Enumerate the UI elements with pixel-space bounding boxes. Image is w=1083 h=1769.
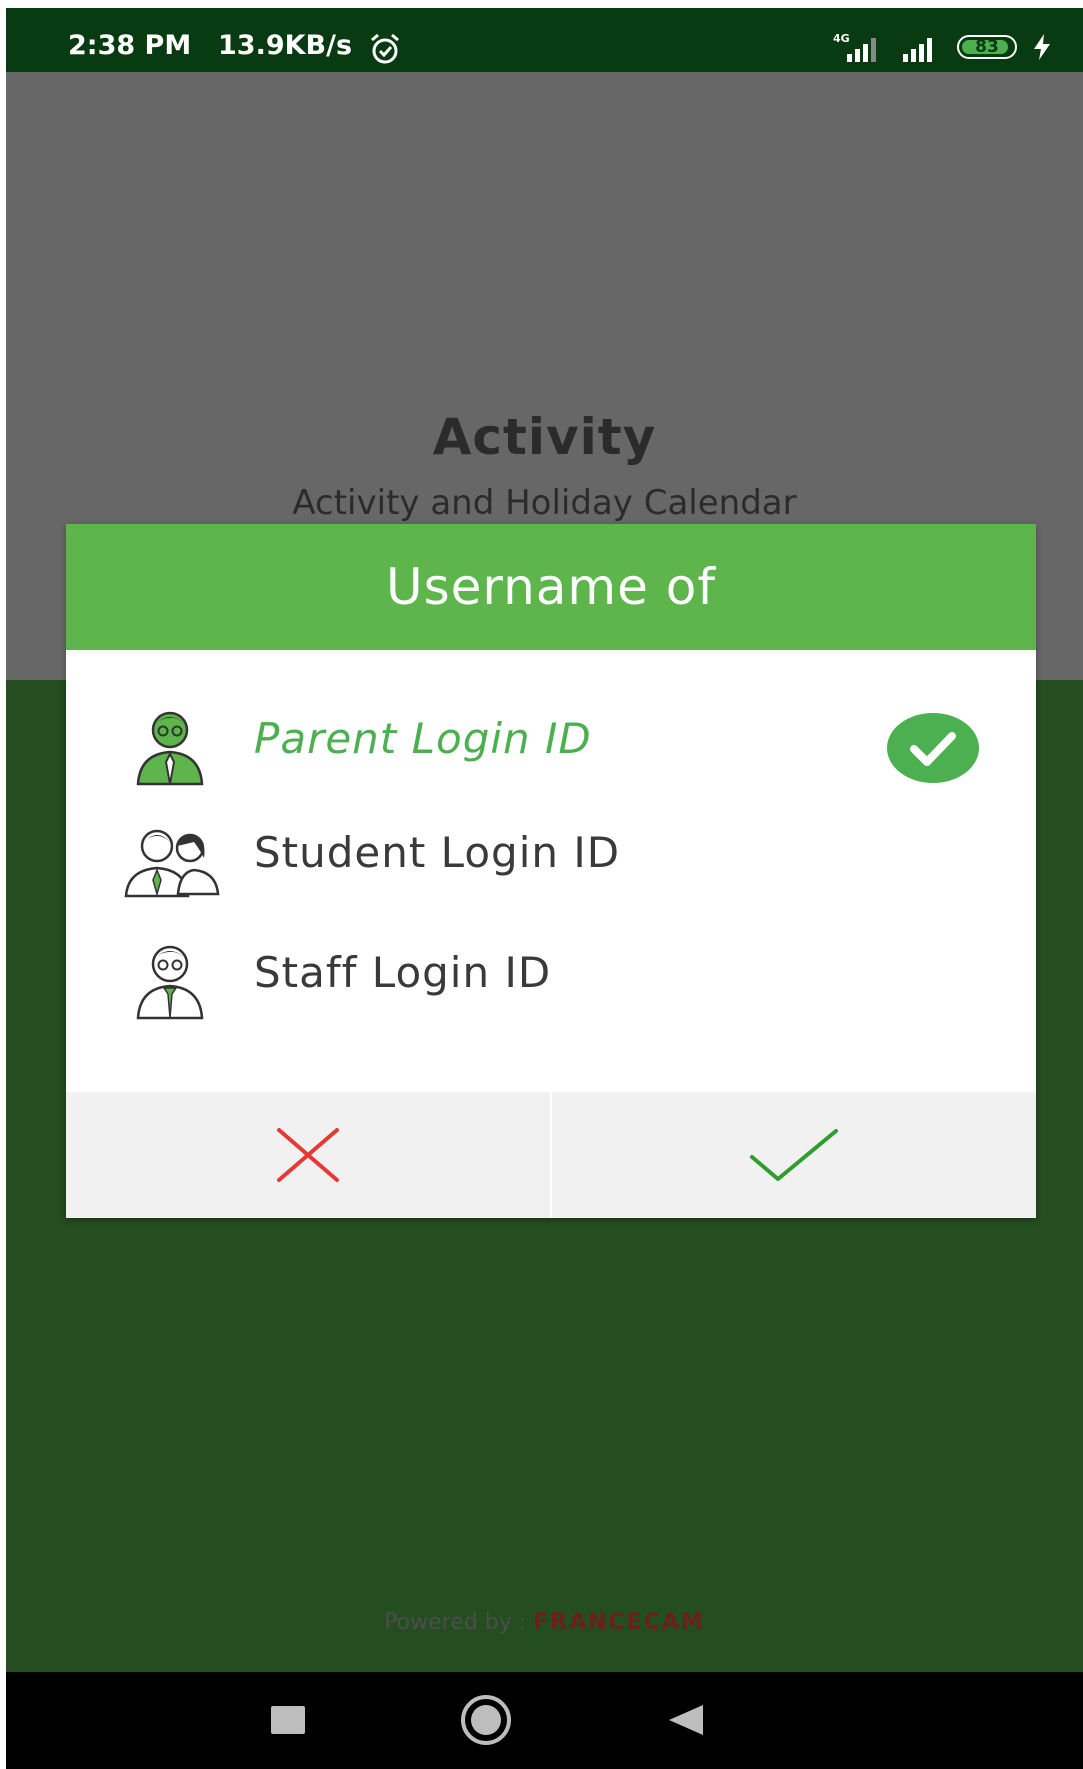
status-right-icons: 4G 83	[831, 30, 1053, 64]
selected-check-icon	[887, 713, 979, 783]
students-avatar-icon	[124, 829, 220, 898]
powered-by-footer: Powered by : FRANCECAM	[6, 1610, 1083, 1635]
alarm-icon	[371, 33, 399, 64]
screen-title: Activity	[432, 408, 657, 466]
option-parent-label: Parent Login ID	[254, 714, 592, 763]
cancel-button[interactable]	[66, 1092, 550, 1218]
home-button[interactable]	[456, 1690, 516, 1750]
recents-button[interactable]	[258, 1690, 318, 1750]
option-student-label: Student Login ID	[254, 828, 621, 877]
option-staff-label: Staff Login ID	[254, 948, 552, 997]
parent-avatar-icon	[136, 711, 204, 786]
screen-subtitle: Activity and Holiday Calendar	[292, 483, 797, 523]
phone-screen: 2:38 PM 13.9KB/s 4G 83 Activity Activity…	[6, 8, 1083, 1769]
status-time: 2:38 PM	[68, 30, 192, 61]
charging-icon	[1034, 34, 1050, 60]
confirm-button[interactable]	[552, 1092, 1036, 1218]
battery-level: 83	[975, 37, 999, 57]
option-student-login[interactable]: Student Login ID	[66, 804, 1036, 914]
back-triangle-icon	[669, 1705, 703, 1735]
navigation-bar	[6, 1672, 1083, 1769]
signal-icon	[903, 38, 932, 62]
brand-logo: FRANCECAM	[533, 1610, 705, 1635]
close-icon	[277, 1128, 339, 1182]
option-parent-login[interactable]: Parent Login ID	[66, 690, 1036, 800]
dialog-actions	[66, 1092, 1036, 1218]
powered-by-label: Powered by :	[384, 1610, 527, 1635]
option-staff-login[interactable]: Staff Login ID	[66, 924, 1036, 1034]
svg-text:4G: 4G	[833, 32, 850, 45]
battery-icon: 83	[957, 35, 1017, 59]
status-bar: 2:38 PM 13.9KB/s 4G 83	[6, 8, 1083, 72]
login-type-dialog: Username of Parent Login ID Student Logi…	[66, 524, 1036, 1218]
home-circle-icon	[461, 1695, 511, 1745]
signal-4g-icon: 4G	[833, 32, 876, 62]
status-network-speed: 13.9KB/s	[218, 30, 353, 61]
dialog-title: Username of	[66, 524, 1036, 650]
recents-square-icon	[271, 1706, 305, 1734]
back-button[interactable]	[656, 1690, 716, 1750]
check-icon	[750, 1129, 838, 1181]
staff-avatar-icon	[136, 945, 204, 1020]
